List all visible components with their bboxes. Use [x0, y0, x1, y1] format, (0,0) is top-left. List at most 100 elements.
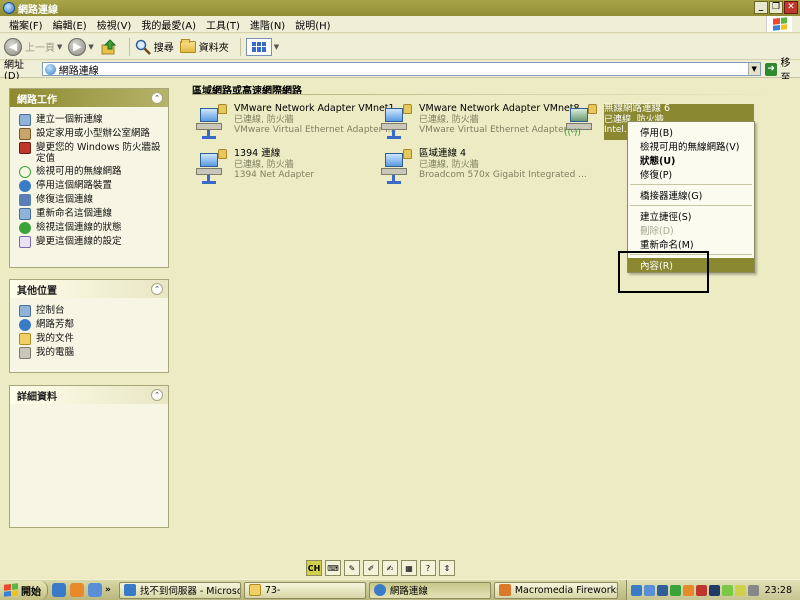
tray-update-icon[interactable] — [721, 584, 733, 596]
place-my-documents[interactable]: 我的文件 — [10, 332, 168, 346]
menu-separator — [630, 205, 752, 206]
collapse-chevron-icon[interactable]: ⌃ — [151, 389, 163, 401]
task-change-connection-settings[interactable]: 變更這個連線的設定 — [10, 235, 168, 249]
task-setup-home-network[interactable]: 設定家用或小型辦公室網路 — [10, 127, 168, 141]
taskbar-button-ie[interactable]: 找不到伺服器 - Microso... — [118, 581, 241, 599]
my-computer-icon — [19, 347, 31, 359]
network-connections-icon — [3, 2, 15, 14]
menu-favorites[interactable]: 我的最愛(A) — [136, 17, 201, 32]
toolbar: ◀ 上一頁 ▼ ▶ ▼ 搜尋 資料夾 ▼ — [0, 34, 800, 60]
address-dropdown-icon[interactable]: ▼ — [747, 63, 760, 75]
up-folder-button[interactable] — [100, 38, 118, 56]
outlook-quicklaunch-icon[interactable] — [88, 583, 102, 597]
taskbar-button-folder[interactable]: 73- — [243, 581, 366, 599]
restore-button[interactable]: ❐ — [769, 1, 783, 14]
ie-quicklaunch-icon[interactable] — [52, 583, 66, 597]
tray-shield-icon[interactable] — [656, 584, 668, 596]
views-dropdown-icon[interactable]: ▼ — [274, 43, 279, 51]
media-quicklaunch-icon[interactable] — [70, 583, 84, 597]
tray-antivirus-icon[interactable] — [695, 584, 707, 596]
task-create-new-connection[interactable]: 建立一個新連線 — [10, 113, 168, 127]
menu-bridge-connections[interactable]: 橋接器連線(G) — [628, 188, 754, 202]
clock[interactable]: 23:28 — [765, 585, 792, 596]
keypad-icon[interactable]: ▦ — [401, 560, 417, 576]
back-button[interactable]: ◀ 上一頁 ▼ — [4, 37, 62, 56]
taskbar-button-network-connections[interactable]: 網路連線 — [368, 581, 491, 599]
collapse-chevron-icon[interactable]: ⌃ — [151, 92, 163, 104]
other-places-panel: 其他位置 ⌃ 控制台 網路芳鄰 我的文件 我的電腦 — [9, 279, 169, 373]
menu-disable[interactable]: 停用(B) — [628, 125, 754, 139]
menu-file[interactable]: 檔案(F) — [4, 17, 48, 32]
tray-network-icon[interactable] — [630, 584, 642, 596]
task-disable-device[interactable]: 停用這個網路裝置 — [10, 179, 168, 193]
back-dropdown-icon[interactable]: ▼ — [57, 43, 62, 51]
task-repair-connection[interactable]: 修復這個連線 — [10, 193, 168, 207]
connection-device: VMware Virtual Ethernet Adapter f... — [419, 125, 582, 135]
status-icon — [19, 222, 31, 234]
toolbar-separator — [239, 37, 241, 56]
menu-help[interactable]: 說明(H) — [290, 17, 335, 32]
tray-wireless-icon[interactable] — [669, 584, 681, 596]
tray-app-icon[interactable] — [682, 584, 694, 596]
connection-device: VMware Virtual Ethernet Adapter f... — [234, 125, 397, 135]
tray-battery-icon[interactable] — [708, 584, 720, 596]
quicklaunch-more-icon[interactable]: » — [105, 585, 111, 595]
connection-status: 已連線, 防火牆 — [234, 159, 294, 170]
menu-edit[interactable]: 編輯(E) — [48, 17, 92, 32]
up-folder-icon — [100, 38, 118, 56]
home-network-icon — [19, 128, 31, 140]
address-value: 網路連線 — [58, 65, 99, 77]
menu-repair[interactable]: 修復(P) — [628, 167, 754, 181]
keyboard-icon[interactable]: ⌨ — [325, 560, 341, 576]
close-button[interactable]: ✕ — [784, 1, 798, 14]
go-arrow-icon: ➜ — [764, 62, 778, 76]
collapse-chevron-icon[interactable]: ⌃ — [151, 283, 163, 295]
menu-view[interactable]: 檢視(V) — [92, 17, 137, 32]
other-places-header[interactable]: 其他位置 ⌃ — [10, 280, 168, 298]
network-tasks-panel: 網路工作 ⌃ 建立一個新連線 設定家用或小型辦公室網路 變更您的 Windows… — [9, 88, 169, 268]
tray-display-icon[interactable] — [643, 584, 655, 596]
details-header[interactable]: 詳細資料 ⌃ — [10, 386, 168, 404]
taskbar-button-fireworks[interactable]: Macromedia Fireworks M... — [493, 581, 618, 599]
ime-button[interactable]: CH — [306, 560, 322, 576]
place-my-computer[interactable]: 我的電腦 — [10, 346, 168, 360]
task-view-wireless-networks[interactable]: 檢視可用的無線網路 — [10, 165, 168, 179]
forward-dropdown-icon[interactable]: ▼ — [88, 43, 93, 51]
task-rename-connection[interactable]: 重新命名這個連線 — [10, 207, 168, 221]
tray-clock-icon[interactable] — [747, 584, 759, 596]
menu-tools[interactable]: 工具(T) — [201, 17, 245, 32]
connection-vmnet8[interactable]: VMware Network Adapter VMnet8 已連線, 防火牆 V… — [379, 103, 582, 140]
minimize-button[interactable]: _ — [754, 1, 768, 14]
search-button[interactable]: 搜尋 — [135, 39, 174, 55]
tools-icon[interactable]: ✎ — [344, 560, 360, 576]
menu-separator — [630, 184, 752, 185]
menu-create-shortcut[interactable]: 建立捷徑(S) — [628, 209, 754, 223]
connection-name: 1394 連線 — [234, 148, 281, 159]
task-view-connection-status[interactable]: 檢視這個連線的狀態 — [10, 221, 168, 235]
handwriting-icon[interactable]: ✍ — [382, 560, 398, 576]
start-button[interactable]: 開始 — [0, 580, 48, 600]
options-icon[interactable]: ⇕ — [439, 560, 455, 576]
connection-vmnet1[interactable]: VMware Network Adapter VMnet1 已連線, 防火牆 V… — [194, 103, 397, 140]
connection-local-4[interactable]: 區域連線 4 已連線, 防火牆 Broadcom 570x Gigabit In… — [379, 148, 587, 185]
help-icon[interactable]: ? — [420, 560, 436, 576]
tray-volume-icon[interactable] — [734, 584, 746, 596]
ie-icon — [123, 584, 136, 596]
title-bar[interactable]: 網路連線 _ ❐ ✕ — [0, 0, 800, 16]
address-field[interactable]: 網路連線 ▼ — [41, 62, 761, 77]
folders-button[interactable]: 資料夾 — [179, 38, 229, 54]
place-network-neighborhood[interactable]: 網路芳鄰 — [10, 318, 168, 332]
menu-status[interactable]: 狀態(U) — [628, 153, 754, 167]
place-control-panel[interactable]: 控制台 — [10, 304, 168, 318]
connection-1394[interactable]: 1394 連線 已連線, 防火牆 1394 Net Adapter — [194, 148, 314, 185]
views-button[interactable]: ▼ — [245, 37, 279, 56]
start-label: 開始 — [21, 586, 41, 598]
other-places-title: 其他位置 — [17, 285, 57, 297]
pen-icon[interactable]: ✐ — [363, 560, 379, 576]
forward-button[interactable]: ▶ ▼ — [68, 37, 94, 56]
network-tasks-header[interactable]: 網路工作 ⌃ — [10, 89, 168, 107]
task-change-firewall-settings[interactable]: 變更您的 Windows 防火牆設定值 — [10, 141, 168, 165]
menu-view-wireless[interactable]: 檢視可用的無線網路(V) — [628, 139, 754, 153]
menu-rename[interactable]: 重新命名(M) — [628, 237, 754, 251]
menu-advanced[interactable]: 進階(N) — [245, 17, 290, 32]
